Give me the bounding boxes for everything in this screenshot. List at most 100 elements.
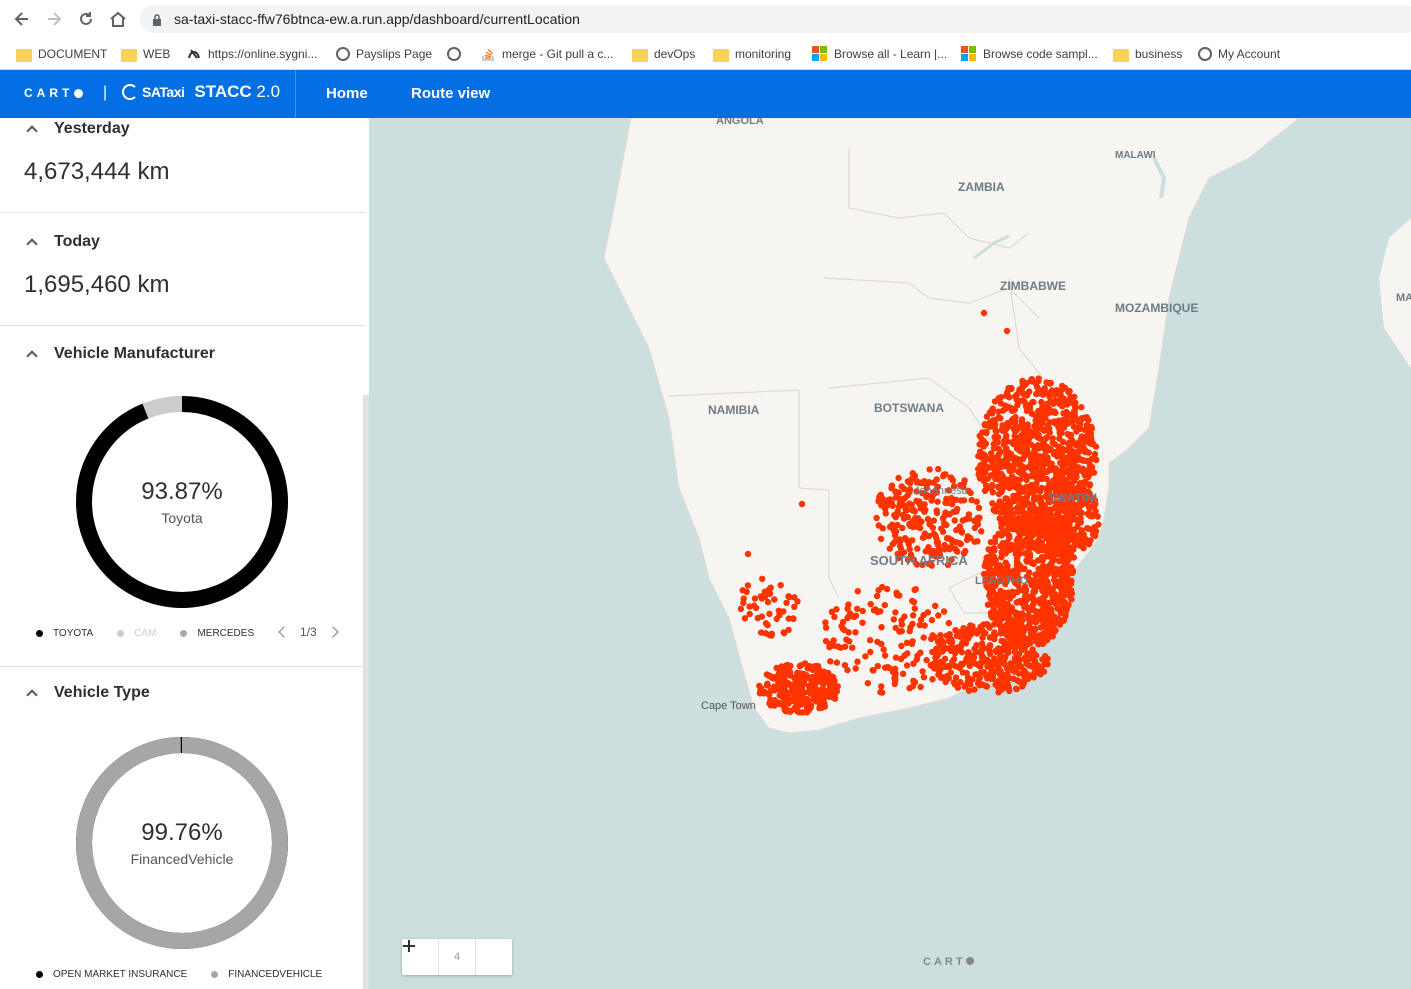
taxi-point[interactable] bbox=[892, 513, 899, 521]
taxi-point[interactable] bbox=[763, 671, 771, 678]
taxi-point[interactable] bbox=[1009, 464, 1016, 471]
taxi-point[interactable] bbox=[1001, 543, 1009, 550]
taxi-point[interactable] bbox=[1005, 498, 1012, 505]
taxi-point[interactable] bbox=[992, 647, 999, 654]
taxi-point[interactable] bbox=[833, 659, 841, 666]
taxi-point[interactable] bbox=[993, 428, 1000, 435]
taxi-point[interactable] bbox=[1043, 408, 1051, 415]
taxi-point[interactable] bbox=[1006, 394, 1013, 401]
taxi-point[interactable] bbox=[1034, 442, 1041, 449]
taxi-point[interactable] bbox=[867, 600, 874, 608]
taxi-point[interactable] bbox=[1058, 590, 1065, 597]
taxi-point[interactable] bbox=[1020, 628, 1027, 635]
taxi-point[interactable] bbox=[911, 586, 918, 594]
taxi-point[interactable] bbox=[1077, 510, 1084, 517]
taxi-point[interactable] bbox=[1024, 421, 1031, 428]
taxi-point[interactable] bbox=[1016, 641, 1023, 648]
carto-logo[interactable]: CART bbox=[24, 86, 84, 100]
taxi-point[interactable] bbox=[1040, 440, 1047, 447]
taxi-point[interactable] bbox=[1074, 523, 1081, 530]
taxi-point[interactable] bbox=[909, 470, 916, 477]
taxi-point[interactable] bbox=[1019, 518, 1026, 525]
taxi-point[interactable] bbox=[821, 703, 828, 710]
taxi-point[interactable] bbox=[883, 585, 891, 593]
taxi-point[interactable] bbox=[864, 680, 871, 687]
taxi-point[interactable] bbox=[1049, 435, 1056, 442]
taxi-point[interactable] bbox=[944, 499, 951, 507]
taxi-point[interactable] bbox=[1010, 675, 1017, 682]
taxi-point[interactable] bbox=[1013, 635, 1020, 642]
taxi-point[interactable] bbox=[1035, 375, 1042, 382]
taxi-point[interactable] bbox=[913, 497, 920, 504]
taxi-point[interactable] bbox=[1080, 457, 1087, 464]
taxi-point[interactable] bbox=[1049, 409, 1057, 416]
taxi-point[interactable] bbox=[898, 483, 905, 490]
taxi-point[interactable] bbox=[791, 603, 798, 610]
taxi-point[interactable] bbox=[1044, 400, 1051, 407]
taxi-point[interactable] bbox=[975, 452, 982, 460]
taxi-point[interactable] bbox=[1029, 593, 1036, 601]
taxi-point[interactable] bbox=[973, 671, 981, 678]
taxi-point[interactable] bbox=[1016, 678, 1023, 685]
taxi-point[interactable] bbox=[1050, 613, 1058, 620]
taxi-point[interactable] bbox=[947, 669, 954, 676]
taxi-point[interactable] bbox=[853, 605, 861, 612]
taxi-point[interactable] bbox=[1067, 548, 1074, 555]
bookmark-payslips[interactable]: Payslips Page bbox=[336, 44, 432, 64]
taxi-point[interactable] bbox=[1067, 446, 1075, 454]
taxi-point[interactable] bbox=[967, 655, 975, 662]
taxi-point[interactable] bbox=[1032, 619, 1040, 626]
taxi-point[interactable] bbox=[1079, 482, 1087, 490]
taxi-point[interactable] bbox=[926, 466, 933, 473]
taxi-point[interactable] bbox=[1045, 446, 1053, 454]
taxi-point[interactable] bbox=[1080, 544, 1087, 552]
taxi-point[interactable] bbox=[1065, 453, 1073, 460]
taxi-point[interactable] bbox=[1070, 511, 1077, 518]
taxi-point[interactable] bbox=[996, 457, 1003, 465]
taxi-point[interactable] bbox=[877, 535, 885, 542]
taxi-point[interactable] bbox=[1029, 410, 1036, 418]
taxi-point[interactable] bbox=[798, 670, 805, 677]
bookmark-sygnia[interactable]: https://online.sygni... bbox=[186, 44, 317, 64]
taxi-point[interactable] bbox=[911, 605, 918, 612]
nav-route-view[interactable]: Route view bbox=[411, 85, 490, 102]
taxi-point[interactable] bbox=[947, 636, 954, 644]
taxi-point[interactable] bbox=[1052, 627, 1059, 634]
taxi-point[interactable] bbox=[929, 676, 936, 683]
taxi-point[interactable] bbox=[986, 643, 994, 650]
taxi-point[interactable] bbox=[802, 695, 809, 703]
taxi-point[interactable] bbox=[975, 504, 983, 511]
taxi-point[interactable] bbox=[1044, 518, 1052, 526]
taxi-point[interactable] bbox=[1027, 630, 1035, 638]
taxi-point[interactable] bbox=[775, 607, 782, 614]
taxi-point[interactable] bbox=[1001, 614, 1008, 621]
taxi-point[interactable] bbox=[903, 662, 911, 669]
taxi-point[interactable] bbox=[1052, 465, 1059, 472]
taxi-point[interactable] bbox=[1025, 435, 1033, 442]
taxi-point[interactable] bbox=[920, 674, 928, 681]
taxi-point[interactable] bbox=[1059, 458, 1067, 466]
taxi-point[interactable] bbox=[741, 615, 749, 622]
taxi-point[interactable] bbox=[837, 644, 844, 651]
taxi-point[interactable] bbox=[892, 488, 899, 495]
zoom-in-button[interactable] bbox=[403, 939, 512, 975]
chevron-left-icon[interactable] bbox=[278, 626, 290, 638]
taxi-point[interactable] bbox=[901, 613, 908, 620]
bookmark-document[interactable]: DOCUMENT bbox=[16, 44, 107, 64]
taxi-point[interactable] bbox=[1069, 569, 1076, 576]
taxi-point[interactable] bbox=[896, 499, 904, 507]
taxi-point[interactable] bbox=[1040, 668, 1048, 675]
taxi-point[interactable] bbox=[1012, 393, 1019, 400]
taxi-point[interactable] bbox=[1050, 389, 1057, 396]
carto-attribution[interactable]: CART bbox=[923, 956, 974, 968]
taxi-point[interactable] bbox=[978, 640, 986, 647]
taxi-point[interactable] bbox=[750, 602, 758, 609]
taxi-point[interactable] bbox=[991, 538, 999, 546]
taxi-point[interactable] bbox=[972, 660, 979, 668]
taxi-point[interactable] bbox=[1004, 665, 1011, 672]
taxi-point[interactable] bbox=[768, 632, 775, 639]
taxi-point[interactable] bbox=[1043, 379, 1050, 386]
taxi-point[interactable] bbox=[891, 680, 898, 687]
taxi-point[interactable] bbox=[1094, 513, 1101, 520]
taxi-point[interactable] bbox=[1026, 405, 1034, 412]
